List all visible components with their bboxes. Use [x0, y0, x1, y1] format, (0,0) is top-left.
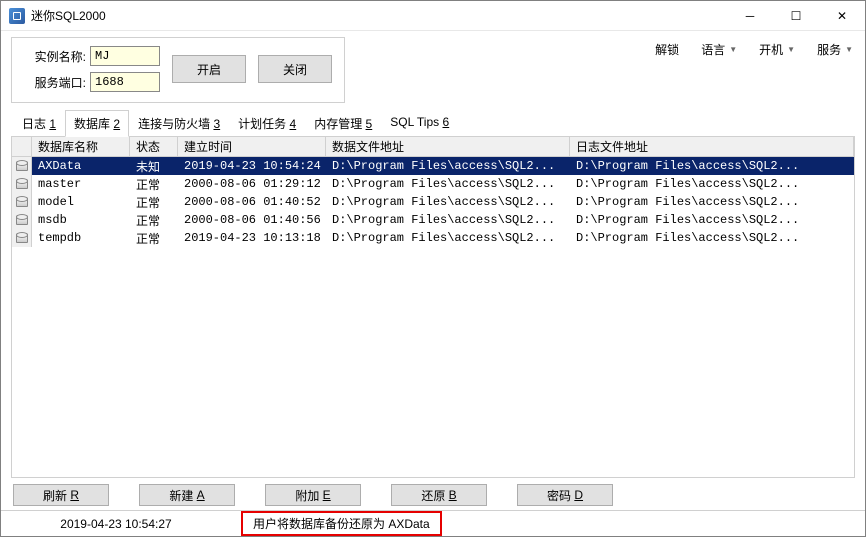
col-created[interactable]: 建立时间	[178, 137, 326, 156]
title-bar: 迷你SQL2000 ─ ☐ ✕	[1, 1, 865, 31]
col-name[interactable]: 数据库名称	[32, 137, 130, 156]
col-data-path[interactable]: 数据文件地址	[326, 137, 570, 156]
close-button[interactable]: ✕	[819, 1, 865, 31]
tab-sqltips[interactable]: SQL Tips 6	[381, 110, 458, 137]
tab-schedule[interactable]: 计划任务 4	[229, 110, 305, 137]
status-bar: 2019-04-23 10:54:27 用户将数据库备份还原为 AXData	[1, 510, 865, 536]
tab-firewall[interactable]: 连接与防火墙 3	[129, 110, 229, 137]
minimize-button[interactable]: ─	[727, 1, 773, 31]
start-button[interactable]: 开启	[172, 55, 246, 83]
table-row[interactable]: master正常2000-08-06 01:29:12D:\Program Fi…	[12, 175, 854, 193]
instance-panel: 实例名称: 服务端口: 开启 关闭	[11, 37, 345, 103]
chevron-down-icon: ▼	[729, 45, 737, 54]
chevron-down-icon: ▼	[787, 45, 795, 54]
stop-button[interactable]: 关闭	[258, 55, 332, 83]
tab-database[interactable]: 数据库 2	[65, 110, 129, 137]
table-row[interactable]: tempdb正常2019-04-23 10:13:18D:\Program Fi…	[12, 229, 854, 247]
menu-boot[interactable]: 开机▼	[759, 41, 795, 58]
status-message: 用户将数据库备份还原为 AXData	[241, 511, 442, 536]
chevron-down-icon: ▼	[845, 45, 853, 54]
database-icon	[16, 197, 28, 207]
grid-header: 数据库名称 状态 建立时间 数据文件地址 日志文件地址	[12, 137, 854, 157]
service-port-input[interactable]	[90, 72, 160, 92]
tab-bar: 日志 1 数据库 2 连接与防火墙 3 计划任务 4 内存管理 5 SQL Ti…	[11, 109, 855, 137]
instance-name-input[interactable]	[90, 46, 160, 66]
col-status[interactable]: 状态	[130, 137, 178, 156]
tab-memory[interactable]: 内存管理 5	[305, 110, 381, 137]
table-row[interactable]: AXData未知2019-04-23 10:54:24D:\Program Fi…	[12, 157, 854, 175]
app-icon	[9, 8, 25, 24]
database-icon	[16, 179, 28, 189]
menu-unlock[interactable]: 解锁	[655, 41, 679, 58]
maximize-button[interactable]: ☐	[773, 1, 819, 31]
tab-log[interactable]: 日志 1	[13, 110, 65, 137]
database-icon	[16, 233, 28, 243]
window-title: 迷你SQL2000	[31, 7, 106, 24]
database-icon	[16, 215, 28, 225]
menu-bar: 解锁 语言▼ 开机▼ 服务▼	[653, 37, 855, 60]
attach-button[interactable]: 附加 E	[265, 484, 361, 506]
password-button[interactable]: 密码 D	[517, 484, 613, 506]
refresh-button[interactable]: 刷新 R	[13, 484, 109, 506]
menu-service[interactable]: 服务▼	[817, 41, 853, 58]
restore-button[interactable]: 还原 B	[391, 484, 487, 506]
database-grid: 数据库名称 状态 建立时间 数据文件地址 日志文件地址 AXData未知2019…	[11, 136, 855, 478]
status-time: 2019-04-23 10:54:27	[11, 517, 221, 531]
grid-body[interactable]: AXData未知2019-04-23 10:54:24D:\Program Fi…	[12, 157, 854, 477]
table-row[interactable]: model正常2000-08-06 01:40:52D:\Program Fil…	[12, 193, 854, 211]
new-button[interactable]: 新建 A	[139, 484, 235, 506]
menu-language[interactable]: 语言▼	[701, 41, 737, 58]
action-bar: 刷新 R 新建 A 附加 E 还原 B 密码 D	[11, 478, 855, 510]
service-port-label: 服务端口:	[24, 74, 86, 91]
col-log-path[interactable]: 日志文件地址	[570, 137, 854, 156]
table-row[interactable]: msdb正常2000-08-06 01:40:56D:\Program File…	[12, 211, 854, 229]
instance-name-label: 实例名称:	[24, 48, 86, 65]
database-icon	[16, 161, 28, 171]
